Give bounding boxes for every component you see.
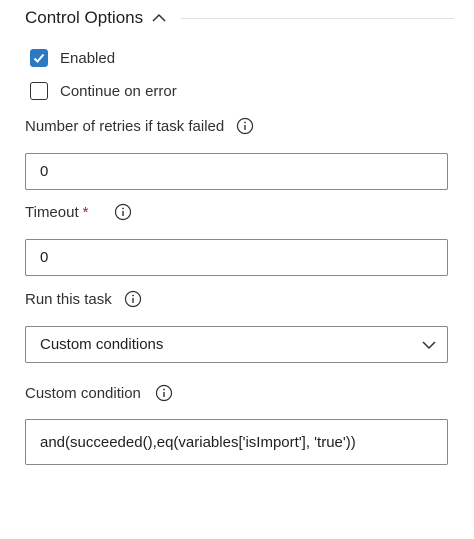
chevron-up-icon[interactable] — [151, 10, 167, 26]
run-this-task-dropdown[interactable]: Custom conditions — [25, 326, 448, 363]
run-this-task-selected: Custom conditions — [40, 336, 164, 353]
info-icon[interactable] — [236, 117, 254, 135]
check-icon — [33, 53, 45, 63]
section-divider — [181, 17, 454, 19]
retries-label: Number of retries if task failed — [25, 117, 225, 135]
timeout-label: Timeout — [25, 203, 79, 221]
section-title: Control Options — [25, 8, 144, 27]
required-marker: * — [82, 203, 89, 221]
enabled-checkbox[interactable] — [30, 49, 48, 67]
chevron-down-icon — [422, 340, 436, 349]
custom-condition-label-row: Custom condition — [25, 384, 173, 402]
continue-on-error-checkbox-row[interactable]: Continue on error — [30, 82, 177, 100]
enabled-checkbox-row[interactable]: Enabled — [30, 49, 115, 67]
info-icon[interactable] — [114, 203, 132, 221]
continue-on-error-checkbox[interactable] — [30, 82, 48, 100]
enabled-label: Enabled — [60, 49, 116, 67]
retries-label-row: Number of retries if task failed — [25, 117, 254, 135]
timeout-input[interactable]: 0 — [25, 239, 448, 276]
timeout-value: 0 — [40, 249, 49, 266]
custom-condition-value: and(succeeded(),eq(variables['isImport']… — [40, 433, 356, 451]
custom-condition-label: Custom condition — [25, 384, 141, 402]
control-options-header[interactable]: Control Options — [25, 4, 454, 32]
custom-condition-input[interactable]: and(succeeded(),eq(variables['isImport']… — [25, 419, 448, 465]
info-icon[interactable] — [124, 290, 142, 308]
continue-on-error-label: Continue on error — [60, 82, 177, 100]
run-this-task-label: Run this task — [25, 290, 112, 308]
retries-value: 0 — [40, 163, 49, 180]
retries-input[interactable]: 0 — [25, 153, 448, 190]
timeout-label-row: Timeout * — [25, 203, 132, 221]
run-this-task-label-row: Run this task — [25, 290, 142, 308]
info-icon[interactable] — [155, 384, 173, 402]
